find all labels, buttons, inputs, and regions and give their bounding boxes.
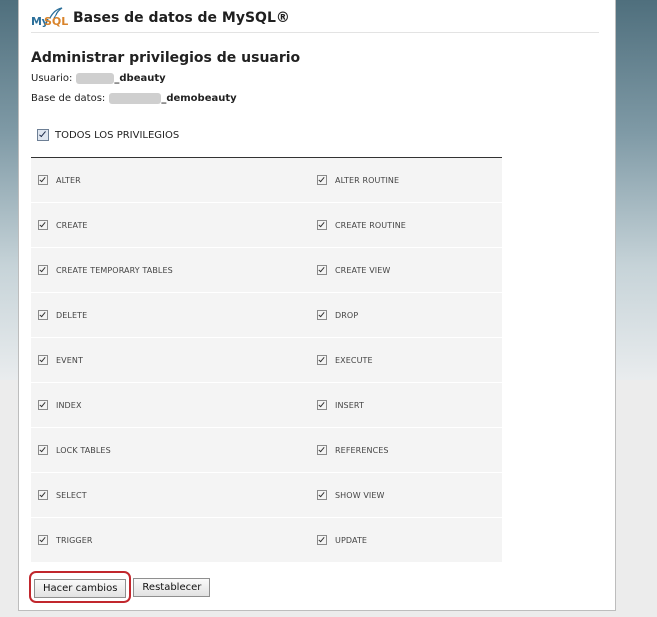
privilege-label: TRIGGER — [56, 535, 93, 545]
privilege-option[interactable]: TRIGGER — [38, 535, 93, 545]
privilege-checkbox[interactable] — [38, 310, 48, 320]
privilege-option[interactable]: SELECT — [38, 490, 87, 500]
privileges-grid: ALTER ALTER ROUTINE CREATE CREATE ROUTIN… — [31, 157, 502, 563]
privilege-label: INDEX — [56, 400, 82, 410]
highlight-outline: Hacer cambios — [29, 571, 132, 603]
privilege-checkbox[interactable] — [38, 490, 48, 500]
action-buttons: Hacer cambios Restablecer — [29, 571, 211, 603]
reset-button[interactable]: Restablecer — [133, 577, 211, 597]
user-value: _dbeauty — [114, 73, 166, 84]
privilege-checkbox[interactable] — [38, 445, 48, 455]
privilege-option[interactable]: CREATE VIEW — [317, 265, 390, 275]
privilege-checkbox[interactable] — [38, 535, 48, 545]
privilege-checkbox[interactable] — [38, 400, 48, 410]
privilege-label: DELETE — [56, 310, 88, 320]
user-label: Usuario: — [31, 73, 73, 84]
privilege-row: CREATE CREATE ROUTINE — [31, 203, 502, 248]
dolphin-icon — [49, 7, 63, 19]
app-header: My SQL Bases de datos de MySQL® — [31, 4, 599, 33]
privilege-option[interactable]: ALTER ROUTINE — [317, 175, 399, 185]
user-info: Usuario: _dbeauty — [31, 73, 166, 84]
privilege-label: DROP — [335, 310, 359, 320]
privilege-option[interactable]: LOCK TABLES — [38, 445, 111, 455]
privilege-option[interactable]: SHOW VIEW — [317, 490, 385, 500]
privilege-label: LOCK TABLES — [56, 445, 111, 455]
database-label: Base de datos: — [31, 93, 106, 104]
all-privileges-label: TODOS LOS PRIVILEGIOS — [55, 129, 180, 141]
privilege-label: CREATE VIEW — [335, 265, 391, 275]
apply-changes-button[interactable]: Hacer cambios — [34, 579, 127, 598]
privilege-option[interactable]: INSERT — [317, 400, 364, 410]
privilege-row: ALTER ALTER ROUTINE — [31, 158, 502, 203]
redacted-database-prefix — [109, 93, 162, 104]
privilege-checkbox[interactable] — [38, 175, 48, 185]
privilege-checkbox[interactable] — [317, 355, 327, 365]
privilege-option[interactable]: UPDATE — [317, 535, 367, 545]
privilege-checkbox[interactable] — [317, 175, 327, 185]
privilege-option[interactable]: CREATE TEMPORARY TABLES — [38, 265, 173, 275]
privilege-row: DELETE DROP — [31, 293, 502, 338]
privilege-option[interactable]: INDEX — [38, 400, 82, 410]
privilege-label: INSERT — [335, 400, 364, 410]
database-value: _demobeauty — [161, 93, 237, 104]
privilege-checkbox[interactable] — [317, 265, 327, 275]
privilege-checkbox[interactable] — [317, 310, 327, 320]
privilege-checkbox[interactable] — [38, 355, 48, 365]
privilege-label: SHOW VIEW — [335, 490, 385, 500]
privilege-option[interactable]: DROP — [317, 310, 358, 320]
privilege-option[interactable]: CREATE ROUTINE — [317, 220, 406, 230]
database-info: Base de datos: _demobeauty — [31, 93, 237, 104]
privilege-label: ALTER ROUTINE — [335, 175, 400, 185]
privilege-label: SELECT — [56, 490, 87, 500]
privilege-row: TRIGGER UPDATE — [31, 518, 502, 563]
all-privileges-option[interactable]: TODOS LOS PRIVILEGIOS — [37, 129, 179, 141]
privilege-checkbox[interactable] — [317, 400, 327, 410]
all-privileges-checkbox[interactable] — [37, 129, 49, 141]
privilege-row: SELECT SHOW VIEW — [31, 473, 502, 518]
privilege-label: CREATE ROUTINE — [335, 220, 406, 230]
privilege-label: EVENT — [56, 355, 83, 365]
privilege-row: LOCK TABLES REFERENCES — [31, 428, 502, 473]
privilege-checkbox[interactable] — [317, 445, 327, 455]
privilege-option[interactable]: DELETE — [38, 310, 87, 320]
privilege-row: INDEX INSERT — [31, 383, 502, 428]
privilege-label: UPDATE — [335, 535, 368, 545]
privilege-option[interactable]: EVENT — [38, 355, 83, 365]
privilege-checkbox[interactable] — [317, 220, 327, 230]
privilege-option[interactable]: CREATE — [38, 220, 88, 230]
privilege-checkbox[interactable] — [38, 220, 48, 230]
privilege-label: CREATE — [56, 220, 88, 230]
privilege-label: CREATE TEMPORARY TABLES — [56, 265, 173, 275]
mysql-logo: My SQL — [31, 6, 69, 30]
privilege-checkbox[interactable] — [317, 490, 327, 500]
redacted-username-prefix — [76, 73, 115, 84]
privilege-checkbox[interactable] — [38, 265, 48, 275]
page-title: Administrar privilegios de usuario — [31, 50, 301, 66]
main-panel: My SQL Bases de datos de MySQL® Administ… — [18, 0, 616, 611]
privilege-row: EVENT EXECUTE — [31, 338, 502, 383]
privilege-label: ALTER — [56, 175, 81, 185]
privilege-checkbox[interactable] — [317, 535, 327, 545]
privilege-label: EXECUTE — [335, 355, 373, 365]
privilege-row: CREATE TEMPORARY TABLES CREATE VIEW — [31, 248, 502, 293]
privilege-option[interactable]: REFERENCES — [317, 445, 389, 455]
privilege-option[interactable]: ALTER — [38, 175, 81, 185]
app-title: Bases de datos de MySQL® — [73, 10, 290, 26]
privilege-label: REFERENCES — [335, 445, 389, 455]
privilege-option[interactable]: EXECUTE — [317, 355, 373, 365]
